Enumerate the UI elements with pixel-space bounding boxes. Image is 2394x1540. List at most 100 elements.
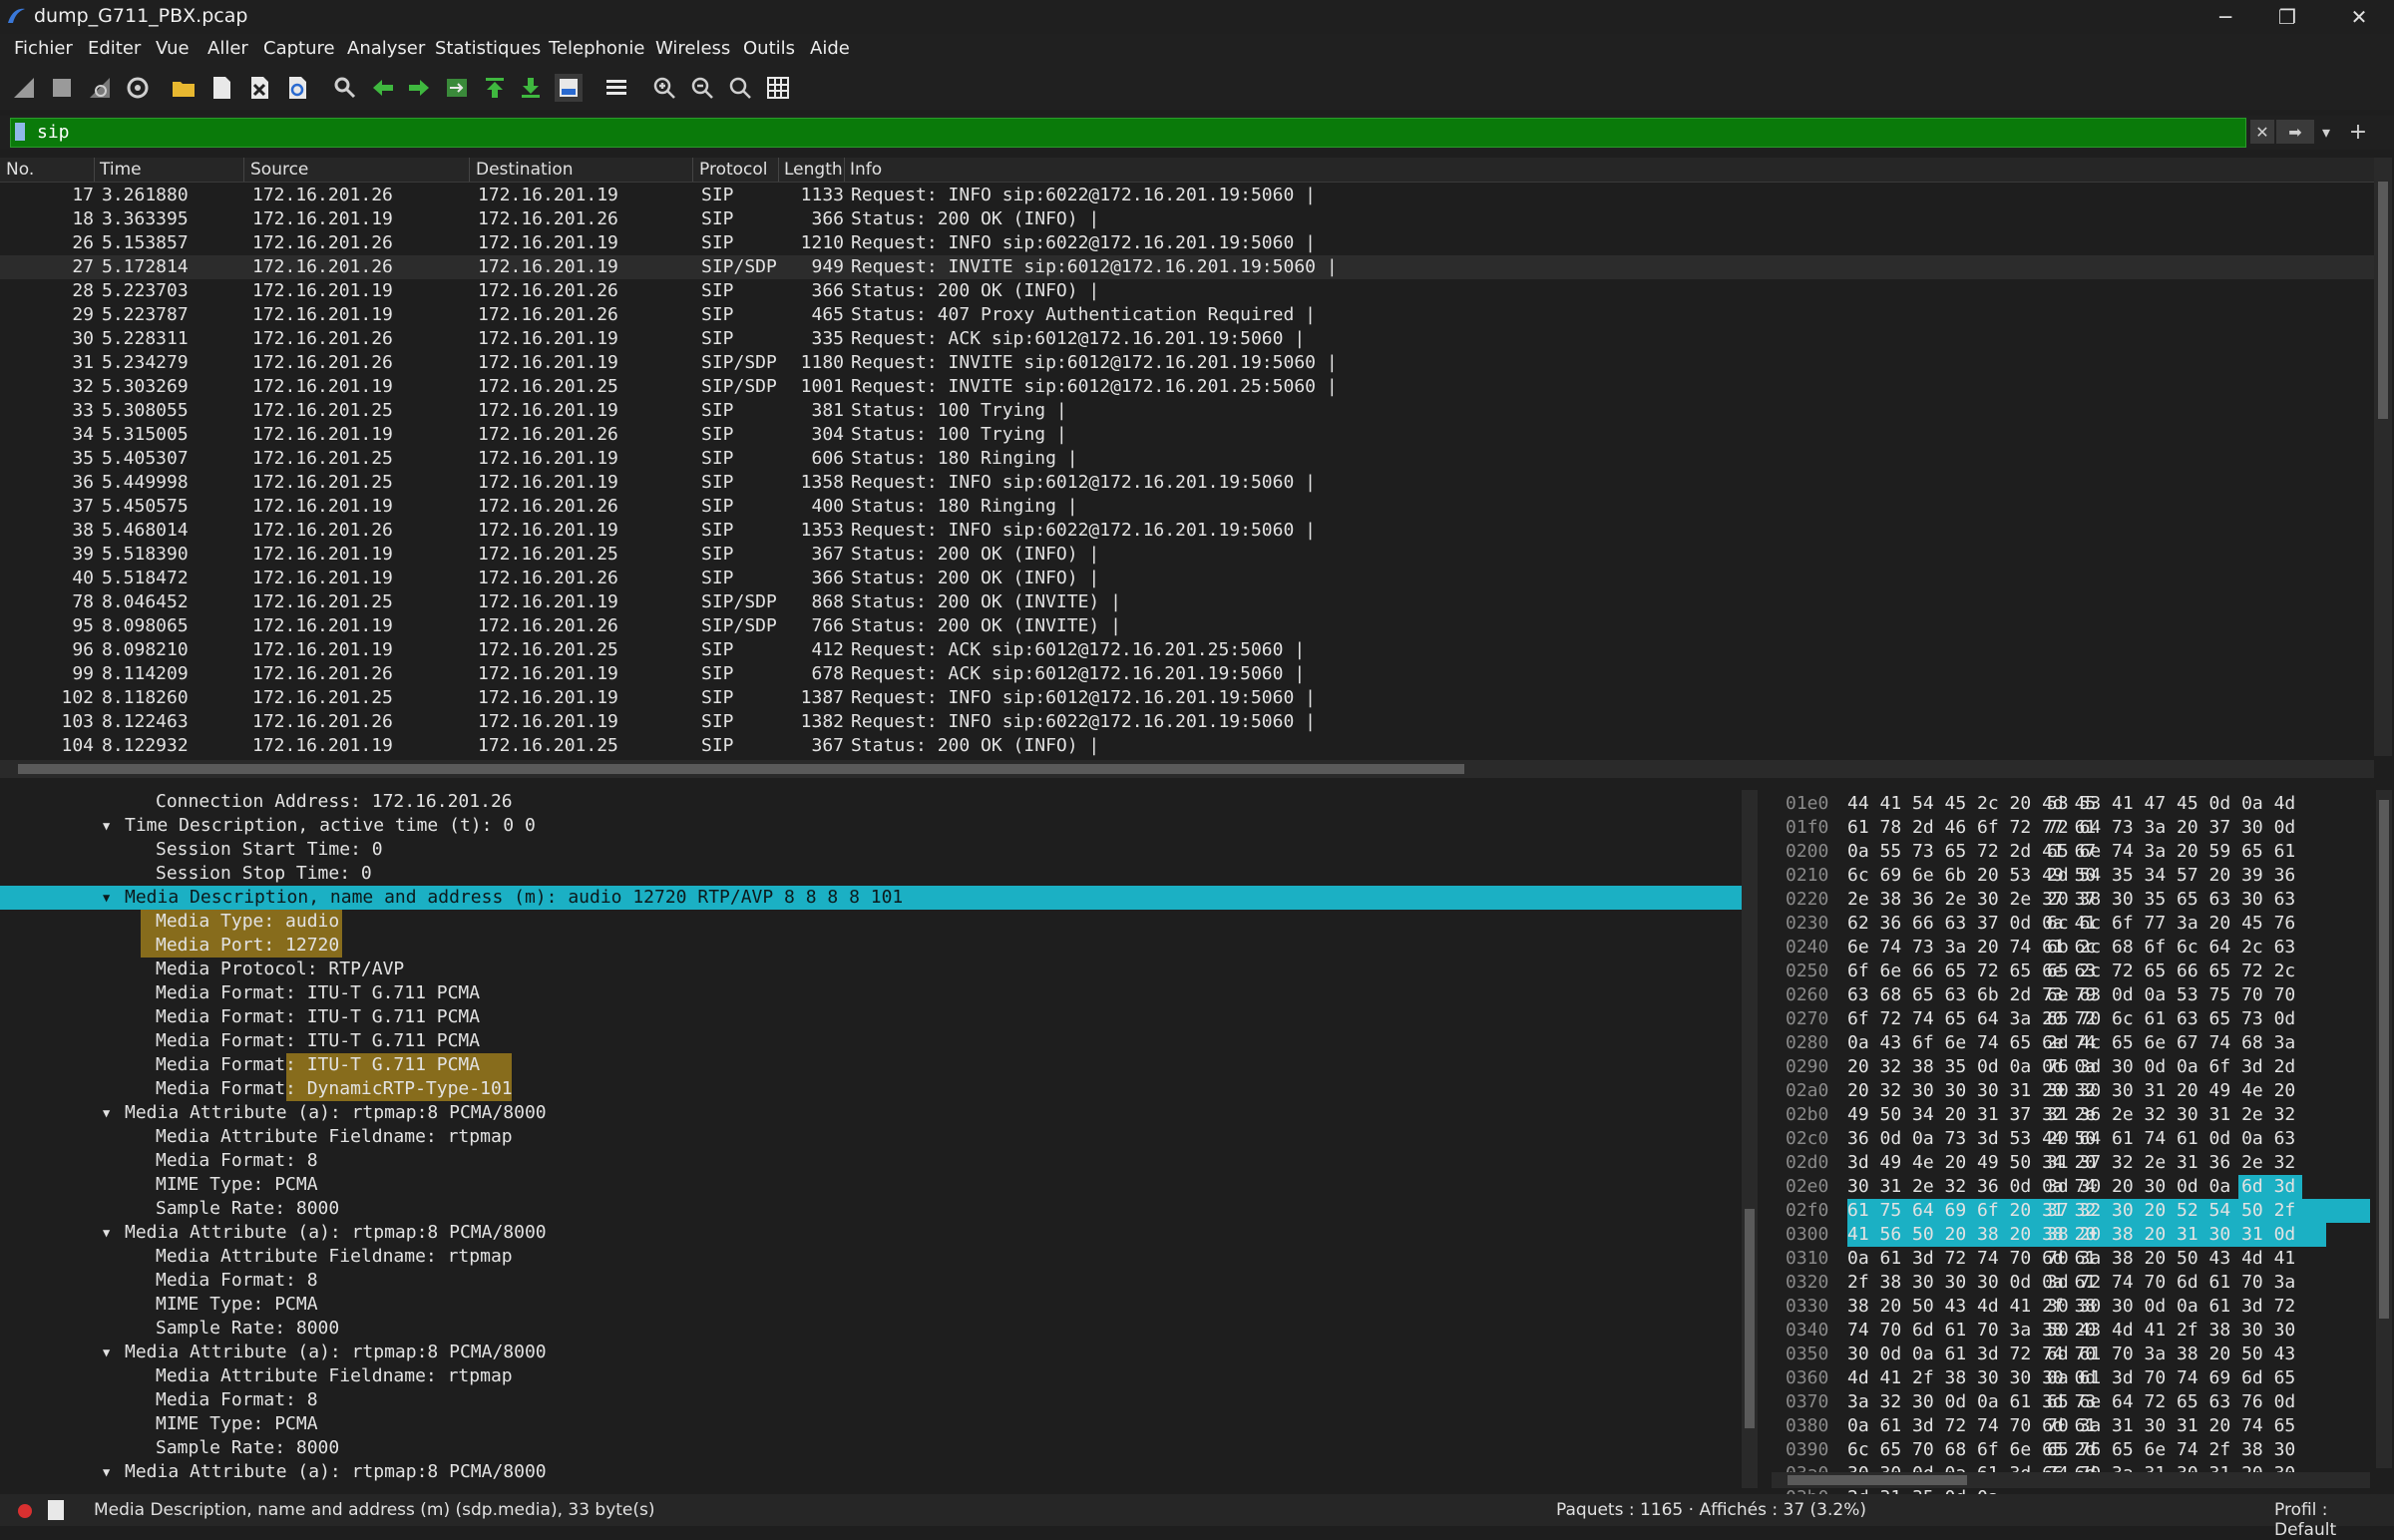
expand-chevron-down-icon[interactable]: ▼ (103, 1226, 110, 1240)
packet-row[interactable]: 99 8.114209 172.16.201.26 172.16.201.19 SIP 6… (0, 662, 2374, 686)
detail-tree-item[interactable]: Media Attribute Fieldname: rtpmap (0, 1364, 1744, 1388)
hex-row[interactable]: 0260 63 68 65 63 6b 2d 73 79 6e 63 0d 0a 5… (1772, 983, 2370, 1007)
save-file-icon[interactable] (207, 74, 235, 102)
scrollbar-thumb[interactable] (1788, 1475, 1967, 1485)
menu-aller[interactable]: Aller (207, 38, 248, 59)
hex-row[interactable]: 0270 6f 72 74 65 64 3a 20 72 65 70 6c 61 6… (1772, 1007, 2370, 1031)
zoom-out-icon[interactable] (688, 74, 716, 102)
hex-row[interactable]: 02a0 20 32 30 30 30 31 20 32 30 30 30 31 2… (1772, 1079, 2370, 1103)
packet-row[interactable]: 96 8.098210 172.16.201.19 172.16.201.25 SIP 4… (0, 638, 2374, 662)
hex-row[interactable]: 0230 62 36 66 63 37 0d 0a 41 6c 6c 6f 77 3… (1772, 912, 2370, 936)
restore-button[interactable]: ❐ (2252, 0, 2322, 34)
hex-row[interactable]: 0240 6e 74 73 3a 20 74 61 6c 6b 2c 68 6f 6… (1772, 936, 2370, 960)
hex-row[interactable]: 0370 3a 32 30 0d 0a 61 3d 73 65 6e 64 72 6… (1772, 1390, 2370, 1414)
add-filter-button-icon[interactable]: + (2348, 120, 2368, 145)
detail-tree-item[interactable]: Connection Address: 172.16.201.26 (0, 790, 1744, 814)
detail-tree-item[interactable]: Media Attribute Fieldname: rtpmap (0, 1125, 1744, 1149)
detail-tree-item[interactable]: ▼ Media Attribute (a): rtpmap:8 PCMA/8000 (0, 1460, 1744, 1484)
display-filter-input[interactable]: sip (10, 118, 2246, 148)
detail-tree-item[interactable]: Media Port: 12720 (0, 934, 1744, 958)
column-separator[interactable] (243, 158, 244, 182)
scrollbar-thumb[interactable] (1745, 1209, 1755, 1428)
hex-row[interactable]: 0320 2f 38 30 30 30 0d 0a 61 3d 72 74 70 6… (1772, 1271, 2370, 1295)
detail-tree-item[interactable]: ▼ Media Description, name and address (m)… (0, 886, 1744, 910)
column-separator[interactable] (94, 158, 95, 182)
detail-tree-item[interactable]: Media Format: 8 (0, 1269, 1744, 1293)
column-no[interactable]: No. (6, 160, 34, 180)
go-to-packet-icon[interactable] (443, 74, 471, 102)
go-last-packet-icon[interactable] (517, 74, 545, 102)
packet-row[interactable]: 30 5.228311 172.16.201.26 172.16.201.19 SIP 3… (0, 327, 2374, 351)
stop-capture-icon[interactable] (48, 74, 76, 102)
detail-tree-item[interactable]: ▼ Media Attribute (a): rtpmap:8 PCMA/8000 (0, 1101, 1744, 1125)
hex-row[interactable]: 0300 41 56 50 20 38 20 38 20 38 20 38 20 3… (1772, 1223, 2370, 1247)
auto-scroll-icon[interactable] (555, 74, 583, 102)
detail-tree-item[interactable]: Media Format: ITU-T G.711 PCMA (0, 1053, 1744, 1077)
scrollbar-thumb[interactable] (18, 764, 1464, 774)
column-length[interactable]: Length (784, 160, 843, 180)
packet-row[interactable]: 95 8.098065 172.16.201.19 172.16.201.26 SIP/… (0, 614, 2374, 638)
detail-tree-item[interactable]: Media Format: ITU-T G.711 PCMA (0, 1005, 1744, 1029)
column-separator[interactable] (692, 158, 693, 182)
expand-chevron-down-icon[interactable]: ▼ (103, 819, 110, 833)
menu-outils[interactable]: Outils (743, 38, 795, 59)
menu-aide[interactable]: Aide (810, 38, 850, 59)
column-destination[interactable]: Destination (476, 160, 574, 180)
restart-capture-icon[interactable] (86, 74, 114, 102)
hex-row[interactable]: 02f0 61 75 64 69 6f 20 31 32 37 32 30 20 5… (1772, 1199, 2370, 1223)
hex-row[interactable]: 0340 74 70 6d 61 70 3a 38 20 50 43 4d 41 2… (1772, 1319, 2370, 1343)
menu-telephonie[interactable]: Telephonie (549, 38, 644, 59)
packet-row[interactable]: 37 5.450575 172.16.201.19 172.16.201.26 SIP 4… (0, 495, 2374, 519)
capture-comment-icon[interactable] (48, 1500, 64, 1520)
packet-row[interactable]: 104 8.122932 172.16.201.19 172.16.201.25 SIP… (0, 734, 2374, 758)
zoom-in-icon[interactable] (650, 74, 678, 102)
hex-row[interactable]: 0350 30 0d 0a 61 3d 72 74 70 6d 61 70 3a 3… (1772, 1343, 2370, 1366)
detail-tree-item[interactable]: ▼ Time Description, active time (t): 0 0 (0, 814, 1744, 838)
packet-row[interactable]: 78 8.046452 172.16.201.25 172.16.201.19 SIP/… (0, 590, 2374, 614)
hex-row[interactable]: 0250 6f 6e 66 65 72 65 6e 63 65 2c 72 65 6… (1772, 960, 2370, 983)
packet-row[interactable]: 40 5.518472 172.16.201.19 172.16.201.26 SIP 3… (0, 567, 2374, 590)
expert-info-icon[interactable] (18, 1504, 32, 1518)
packet-list-vertical-scrollbar[interactable] (2374, 158, 2392, 756)
hex-row[interactable]: 02d0 3d 49 4e 20 49 50 34 20 31 37 32 2e 3… (1772, 1151, 2370, 1175)
detail-tree-item[interactable]: ▼ Media Attribute (a): rtpmap:8 PCMA/8000 (0, 1221, 1744, 1245)
detail-tree-item[interactable]: Session Stop Time: 0 (0, 862, 1744, 886)
menu-analyser[interactable]: Analyser (347, 38, 425, 59)
hex-row[interactable]: 0200 0a 55 73 65 72 2d 41 67 65 6e 74 3a 2… (1772, 840, 2370, 864)
hex-row[interactable]: 0380 0a 61 3d 72 74 70 6d 61 70 3a 31 30 3… (1772, 1414, 2370, 1438)
status-profile[interactable]: Profil : Default (2274, 1500, 2394, 1540)
column-separator[interactable] (469, 158, 470, 182)
bytes-vertical-scrollbar[interactable] (2376, 790, 2392, 1468)
detail-tree-item[interactable]: MIME Type: PCMA (0, 1293, 1744, 1317)
resize-columns-icon[interactable] (764, 74, 792, 102)
packet-row[interactable]: 102 8.118260 172.16.201.25 172.16.201.19 SIP… (0, 686, 2374, 710)
apply-filter-icon[interactable]: ➡ (2276, 120, 2314, 144)
detail-tree-item[interactable]: Media Protocol: RTP/AVP (0, 958, 1744, 981)
packet-row[interactable]: 38 5.468014 172.16.201.26 172.16.201.19 SIP 1… (0, 519, 2374, 543)
hex-row[interactable]: 0360 4d 41 2f 38 30 30 30 0d 0a 61 3d 70 7… (1772, 1366, 2370, 1390)
packet-row[interactable]: 27 5.172814 172.16.201.26 172.16.201.19 SIP/… (0, 255, 2374, 279)
detail-tree-item[interactable]: Media Format: 8 (0, 1149, 1744, 1173)
packet-row[interactable]: 33 5.308055 172.16.201.25 172.16.201.19 SIP 3… (0, 399, 2374, 423)
packet-row[interactable]: 35 5.405307 172.16.201.25 172.16.201.19 SIP 6… (0, 447, 2374, 471)
menu-fichier[interactable]: Fichier (14, 38, 73, 59)
hex-row[interactable]: 0390 6c 65 70 68 6f 6e 65 2d 65 76 65 6e 7… (1772, 1438, 2370, 1462)
detail-tree-item[interactable]: Sample Rate: 8000 (0, 1197, 1744, 1221)
column-separator[interactable] (844, 158, 845, 182)
column-time[interactable]: Time (100, 160, 142, 180)
column-source[interactable]: Source (250, 160, 308, 180)
detail-tree-item[interactable]: MIME Type: PCMA (0, 1412, 1744, 1436)
hex-row[interactable]: 0290 20 32 38 35 0d 0a 0d 0a 76 3d 30 0d 0… (1772, 1055, 2370, 1079)
bookmark-icon[interactable] (15, 123, 25, 141)
packet-row[interactable]: 36 5.449998 172.16.201.25 172.16.201.19 SIP 1… (0, 471, 2374, 495)
hex-row[interactable]: 0280 0a 43 6f 6e 74 65 6e 74 2d 4c 65 6e 6… (1772, 1031, 2370, 1055)
detail-tree-item[interactable]: MIME Type: PCMA (0, 1173, 1744, 1197)
column-info[interactable]: Info (850, 160, 882, 180)
packet-row[interactable]: 29 5.223787 172.16.201.19 172.16.201.26 SIP 4… (0, 303, 2374, 327)
expand-chevron-down-icon[interactable]: ▼ (103, 891, 110, 905)
find-packet-icon[interactable] (331, 74, 359, 102)
hex-row[interactable]: 0220 2e 38 36 2e 30 2e 37 37 20 38 30 35 6… (1772, 888, 2370, 912)
detail-tree-item[interactable]: Media Format: ITU-T G.711 PCMA (0, 1029, 1744, 1053)
filter-history-chevron-down-icon[interactable]: ▾ (2316, 120, 2336, 144)
hex-row[interactable]: 02b0 49 50 34 20 31 37 32 2e 31 36 2e 32 3… (1772, 1103, 2370, 1127)
